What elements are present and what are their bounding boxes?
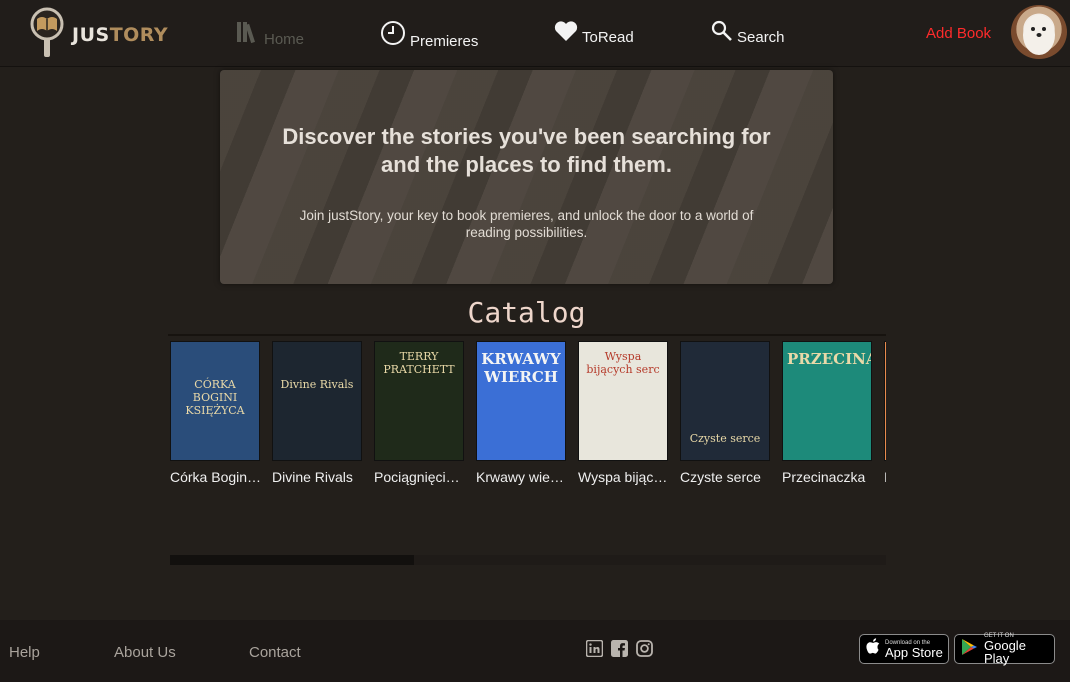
book-card[interactable]: Czyste serce Czyste serce [680, 341, 772, 485]
book-card[interactable]: Divine Rivals Divine Rivals [272, 341, 364, 485]
social-links [585, 639, 653, 662]
footer-help-link[interactable]: Help [9, 644, 40, 661]
nav-toread[interactable]: ToRead [554, 20, 634, 46]
book-cover[interactable]: Czyste serce [680, 341, 770, 461]
user-avatar[interactable] [1011, 5, 1067, 59]
book-title[interactable]: Czyste serce [680, 469, 772, 485]
app-store-badge[interactable]: Download on the App Store [859, 634, 949, 664]
book-cover[interactable] [884, 341, 886, 461]
book-title[interactable]: Pociągnięcia pióra [374, 469, 466, 485]
catalog-divider [168, 334, 886, 336]
google-play-big-text: Google Play [984, 638, 1026, 666]
google-play-icon [961, 638, 978, 661]
nav-search[interactable]: Search [711, 20, 785, 46]
footer-contact-link[interactable]: Contact [249, 644, 301, 661]
heart-icon [554, 20, 578, 46]
google-play-text: GET IT ON Google Play [984, 633, 1054, 665]
carousel-scrollbar-thumb[interactable] [170, 555, 414, 565]
book-cover[interactable]: Divine Rivals [272, 341, 362, 461]
book-card[interactable]: TERRY PRATCHETT Pociągnięcia pióra [374, 341, 466, 485]
logo-text-story: TORY [109, 24, 169, 46]
library-icon [236, 20, 260, 48]
book-cover-text: PRZECINACZKA [787, 350, 871, 368]
hero-title-line1: Discover the stories you've been searchi… [282, 124, 771, 149]
add-book-link[interactable]: Add Book [926, 25, 991, 42]
book-cover-text: Divine Rivals [280, 378, 354, 391]
app-store-text: Download on the App Store [885, 640, 943, 659]
book-cover[interactable]: CÓRKA BOGINI KSIĘŻYCA [170, 341, 260, 461]
book-cover[interactable]: KRWAWY WIERCH [476, 341, 566, 461]
book-title[interactable]: Przecinaczka [782, 469, 874, 485]
linkedin-icon[interactable] [585, 639, 604, 662]
book-title[interactable]: Córka Bogini Księżyca [170, 469, 262, 485]
nav-home[interactable]: Home [236, 20, 304, 48]
hero-banner: Discover the stories you've been searchi… [220, 70, 833, 284]
book-title[interactable]: I [884, 469, 886, 485]
book-card[interactable]: I [884, 341, 886, 485]
book-title[interactable]: Wyspa bijących serc [578, 469, 670, 485]
book-cover-text: TERRY PRATCHETT [383, 350, 455, 377]
book-carousel[interactable]: CÓRKA BOGINI KSIĘŻYCA Córka Bogini Księż… [170, 341, 886, 491]
book-cover-text: KRWAWY WIERCH [481, 350, 561, 386]
hero-title: Discover the stories you've been searchi… [220, 123, 833, 179]
book-card[interactable]: CÓRKA BOGINI KSIĘŻYCA Córka Bogini Księż… [170, 341, 262, 485]
nav-premieres-label: Premieres [410, 33, 479, 50]
book-cover-text: Wyspa bijących serc [586, 350, 660, 377]
clock-icon [380, 20, 406, 50]
top-navbar: JUSTORY Home Premieres ToRead Search Add… [0, 0, 1070, 67]
book-title[interactable]: Krwawy wierch [476, 469, 568, 485]
logo-text-jus: JUS [72, 24, 110, 46]
nav-home-label: Home [264, 31, 305, 48]
nav-premieres[interactable]: Premieres [380, 20, 478, 50]
book-card[interactable]: PRZECINACZKA Przecinaczka [782, 341, 874, 485]
instagram-icon[interactable] [636, 640, 653, 662]
nav-search-label: Search [737, 29, 785, 46]
book-cover[interactable]: TERRY PRATCHETT [374, 341, 464, 461]
nav-toread-label: ToRead [582, 29, 634, 46]
apple-icon [866, 638, 880, 660]
book-card[interactable]: Wyspa bijących serc Wyspa bijących serc [578, 341, 670, 485]
book-cover[interactable]: Wyspa bijących serc [578, 341, 668, 461]
book-cover-text: Czyste serce [689, 432, 761, 445]
google-play-badge[interactable]: GET IT ON Google Play [954, 633, 1055, 665]
footer: Help About Us Contact Download on the Ap… [0, 620, 1070, 682]
catalog-heading: Catalog [467, 296, 586, 329]
logo[interactable]: JUSTORY [28, 7, 168, 59]
logo-magnifier-book-icon [28, 7, 68, 59]
logo-text: JUSTORY [72, 24, 168, 46]
hero-title-line2: and the places to find them. [381, 152, 672, 177]
book-card[interactable]: KRWAWY WIERCH Krwawy wierch [476, 341, 568, 485]
app-store-big-text: App Store [885, 644, 943, 660]
book-cover-text: CÓRKA BOGINI KSIĘŻYCA [185, 378, 245, 418]
book-cover[interactable]: PRZECINACZKA [782, 341, 872, 461]
footer-about-link[interactable]: About Us [114, 644, 176, 661]
search-icon [711, 20, 733, 46]
book-title[interactable]: Divine Rivals [272, 469, 364, 485]
facebook-icon[interactable] [611, 640, 628, 662]
hero-subtitle: Join justStory, your key to book premier… [299, 208, 754, 240]
